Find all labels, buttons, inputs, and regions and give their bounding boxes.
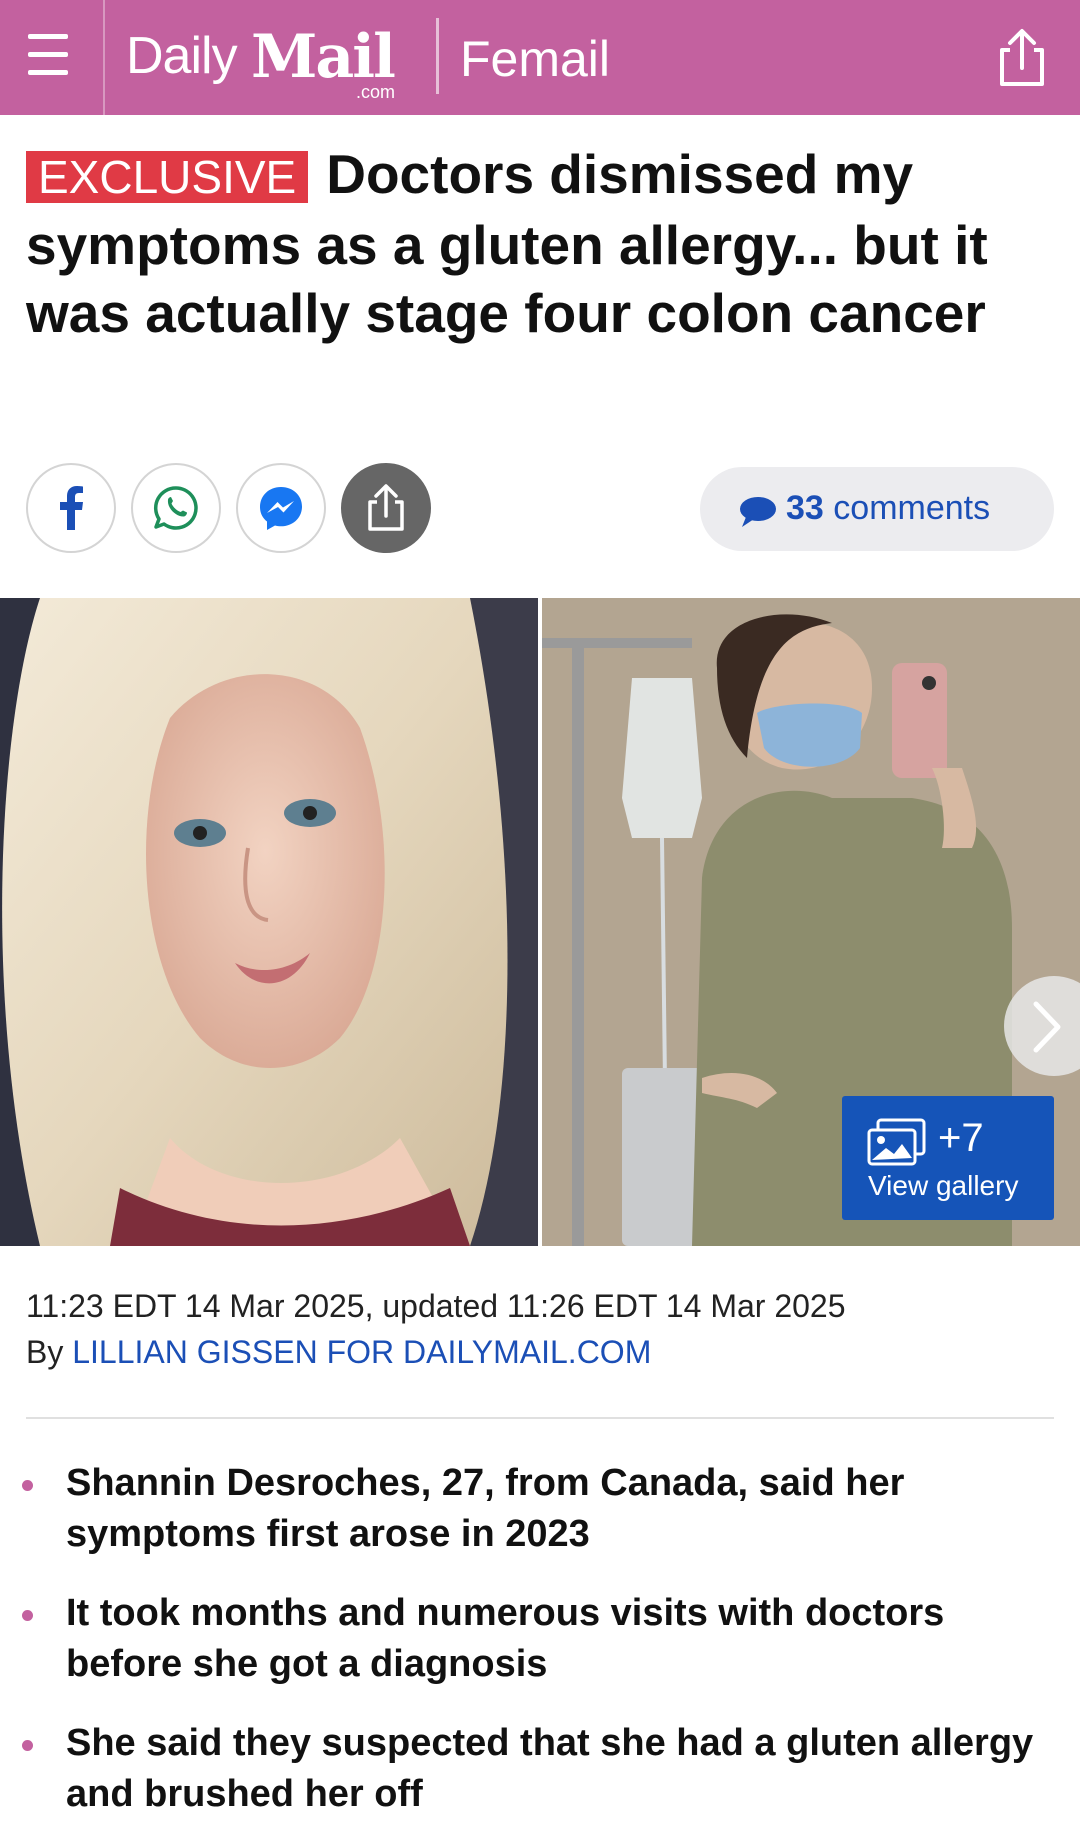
- whatsapp-share-button[interactable]: [131, 463, 221, 553]
- bullet-text: It took months and numerous visits with …: [66, 1592, 945, 1685]
- logo-daily-text: Daily: [126, 27, 238, 85]
- article-photo-left[interactable]: [0, 598, 538, 1246]
- comments-word: comments: [833, 489, 991, 527]
- messenger-share-button[interactable]: [236, 463, 326, 553]
- divider: [26, 1417, 1054, 1419]
- byline-prefix: By: [26, 1334, 64, 1370]
- messenger-icon: [260, 487, 302, 530]
- author-link[interactable]: LILLIAN GISSEN FOR DAILYMAIL.COM: [72, 1334, 651, 1370]
- bullet-dot-icon: [22, 1610, 33, 1621]
- bullet-text: She said they suspected that she had a g…: [66, 1722, 1034, 1815]
- hamburger-menu-icon[interactable]: [22, 30, 78, 84]
- share-button[interactable]: [341, 463, 431, 553]
- comments-label: 33 comments: [786, 489, 990, 528]
- bullet-dot-icon: [22, 1740, 33, 1751]
- view-gallery-button[interactable]: +7 View gallery: [842, 1096, 1054, 1220]
- comments-count: 33: [786, 489, 824, 527]
- gallery-icon: [867, 1118, 926, 1166]
- bullet-dot-icon: [22, 1480, 33, 1491]
- article-byline: By LILLIAN GISSEN FOR DAILYMAIL.COM: [26, 1334, 651, 1371]
- top-nav-bar: Daily Mail .com Femail: [0, 0, 1080, 115]
- facebook-share-button[interactable]: [26, 463, 116, 553]
- bullet-text: Shannin Desroches, 27, from Canada, said…: [66, 1462, 905, 1555]
- list-item: Shannin Desroches, 27, from Canada, said…: [0, 1458, 1080, 1560]
- section-name[interactable]: Femail: [460, 30, 610, 88]
- share-icon[interactable]: [996, 28, 1048, 88]
- gallery-count: +7: [938, 1116, 984, 1160]
- nav-divider: [103, 0, 105, 115]
- logo-com-text: .com: [356, 82, 396, 102]
- gallery-label: View gallery: [868, 1170, 1019, 1201]
- comment-bubble-icon: [740, 497, 776, 527]
- whatsapp-icon: [153, 486, 198, 530]
- article-timestamp: 11:23 EDT 14 Mar 2025, updated 11:26 EDT…: [26, 1288, 846, 1324]
- article-summary-bullets: Shannin Desroches, 27, from Canada, said…: [0, 1458, 1080, 1848]
- list-item: It took months and numerous visits with …: [0, 1588, 1080, 1690]
- list-item: She said they suspected that she had a g…: [0, 1718, 1080, 1820]
- chevron-right-icon: [1033, 1001, 1061, 1053]
- exclusive-badge: EXCLUSIVE: [26, 151, 309, 203]
- share-icon: [368, 484, 404, 531]
- facebook-icon: [60, 486, 83, 530]
- nav-divider: [436, 18, 439, 94]
- comments-button[interactable]: 33 comments: [700, 467, 1054, 551]
- article-headline: EXCLUSIVE Doctors dismissed my symptoms a…: [26, 140, 1056, 347]
